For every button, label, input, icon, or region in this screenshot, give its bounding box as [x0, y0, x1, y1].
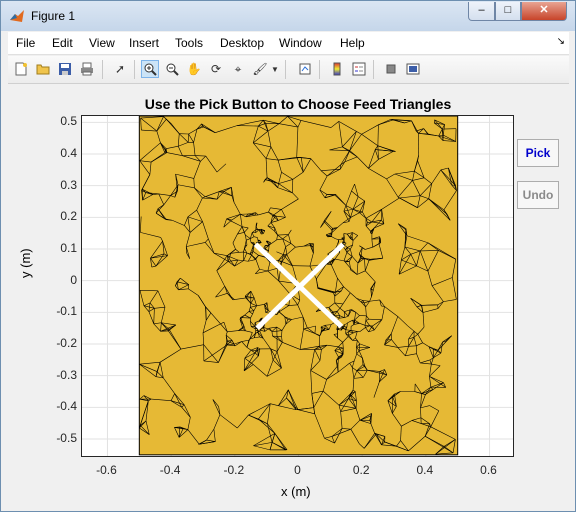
x-tick-label: 0.2 [352, 463, 370, 477]
rotate-3d-icon[interactable]: ⟳ [207, 60, 225, 78]
x-tick-label: 0.4 [416, 463, 434, 477]
close-button[interactable]: ✕ [521, 2, 567, 21]
y-tick-label: -0.5 [56, 431, 77, 445]
pan-icon[interactable]: ✋ [185, 60, 203, 78]
hide-plot-tools-icon[interactable] [382, 60, 400, 78]
y-tick-label: -0.2 [56, 336, 77, 350]
menu-window[interactable]: Window [279, 36, 322, 50]
y-tick-label: -0.1 [56, 304, 77, 319]
plot-title: Use the Pick Button to Choose Feed Trian… [144, 96, 452, 112]
menu-file[interactable]: File [16, 36, 35, 50]
antenna-mesh-plot [82, 116, 513, 456]
brush-dropdown-icon[interactable]: ▼ [270, 60, 280, 78]
open-file-icon[interactable] [34, 60, 52, 78]
pointer-icon[interactable]: ➚ [111, 60, 129, 78]
plot-axes[interactable] [81, 115, 514, 457]
save-icon[interactable] [56, 60, 74, 78]
legend-icon[interactable] [350, 60, 368, 78]
minimize-button[interactable]: – [468, 2, 495, 21]
dock-arrow-icon[interactable]: ↘ [557, 36, 565, 47]
toolbar: ➚ ✋ ⟳ ⌖ 🖌 ▼ [8, 56, 569, 84]
print-icon[interactable] [78, 60, 96, 78]
pick-button[interactable]: Pick [517, 139, 559, 167]
toolbar-separator [373, 60, 374, 79]
matlab-icon [10, 10, 24, 22]
link-plot-icon[interactable] [296, 60, 314, 78]
x-axis-label: x (m) [281, 484, 311, 499]
close-icon: ✕ [539, 4, 549, 16]
new-figure-icon[interactable] [12, 60, 30, 78]
zoom-in-icon[interactable] [141, 60, 159, 78]
colorbar-icon[interactable] [328, 60, 346, 78]
maximize-icon: □ [504, 4, 512, 16]
y-tick-label: 0.5 [60, 114, 77, 129]
show-plot-tools-icon[interactable] [404, 60, 422, 78]
menu-view[interactable]: View [89, 36, 115, 50]
y-tick-label: 0 [70, 272, 77, 287]
y-tick-label: 0.3 [60, 177, 77, 192]
data-cursor-icon[interactable]: ⌖ [229, 60, 247, 78]
y-tick-label: -0.4 [56, 399, 77, 414]
toolbar-separator [285, 60, 286, 79]
menu-insert[interactable]: Insert [129, 36, 159, 50]
window-title: Figure 1 [31, 9, 76, 23]
maximize-button[interactable]: □ [495, 2, 521, 21]
toolbar-separator [102, 60, 103, 79]
x-tick-label: 0 [294, 463, 301, 477]
x-tick-label: -0.6 [96, 463, 117, 477]
minimize-icon: – [478, 4, 485, 16]
title-bar[interactable]: Figure 1 – □ ✕ [1, 1, 575, 31]
undo-button[interactable]: Undo [517, 181, 559, 209]
y-tick-label: 0.4 [60, 146, 77, 160]
menu-desktop[interactable]: Desktop [220, 36, 264, 50]
menu-tools[interactable]: Tools [175, 36, 203, 50]
zoom-out-icon[interactable] [163, 60, 181, 78]
x-tick-label: 0.6 [480, 463, 497, 477]
x-tick-label: -0.4 [159, 463, 181, 477]
x-tick-label: -0.2 [223, 463, 245, 477]
menu-bar: File Edit View Insert Tools Desktop Wind… [8, 32, 569, 55]
y-axis-label: y (m) [18, 248, 33, 278]
toolbar-separator [134, 60, 135, 79]
menu-help[interactable]: Help [340, 36, 365, 50]
brush-icon[interactable]: 🖌 [251, 60, 269, 78]
toolbar-separator [319, 60, 320, 79]
y-tick-label: -0.3 [56, 367, 77, 382]
y-tick-label: 0.2 [60, 209, 77, 224]
y-tick-label: 0.1 [60, 241, 77, 255]
menu-edit[interactable]: Edit [52, 36, 73, 50]
